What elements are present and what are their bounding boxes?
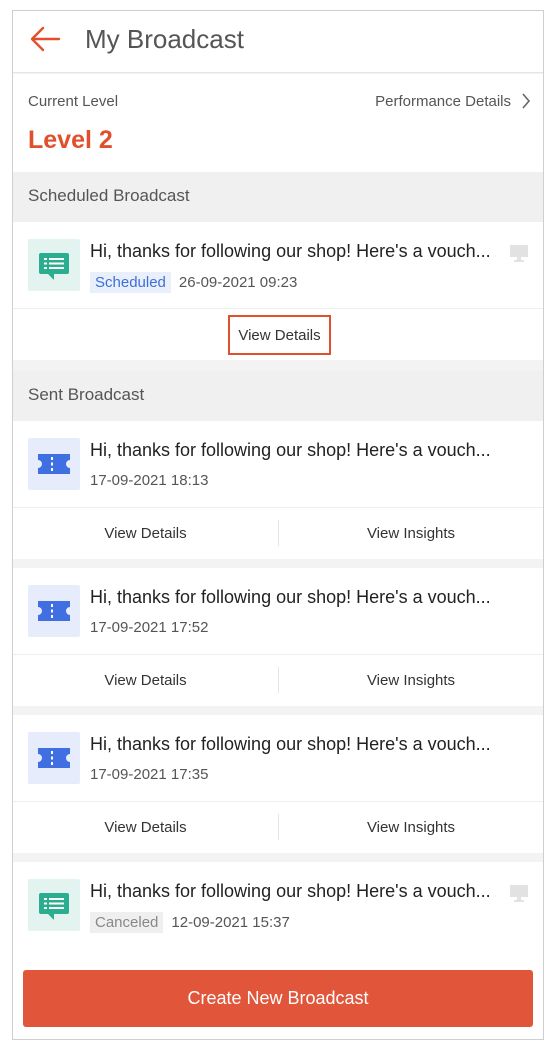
sent-broadcast-item[interactable]: Hi, thanks for following our shop! Here'… — [13, 862, 543, 958]
level-value: Level 2 — [28, 126, 113, 154]
back-arrow-icon[interactable] — [29, 25, 61, 53]
broadcast-message: Hi, thanks for following our shop! Here'… — [90, 587, 491, 607]
voucher-icon — [28, 438, 80, 490]
view-details-button[interactable]: View Details — [13, 508, 278, 558]
page-title: My Broadcast — [85, 24, 244, 54]
view-details-button[interactable]: View Details — [13, 655, 278, 705]
current-level-label: Current Level — [28, 93, 119, 110]
sent-item-actions: View Details View Insights — [13, 801, 543, 853]
broadcast-meta: 17-09-2021 18:13 — [90, 472, 208, 489]
broadcast-datetime: 17-09-2021 18:13 — [90, 472, 209, 489]
level-panel: Current Level Performance Details Level … — [13, 74, 543, 172]
sent-section-title: Sent Broadcast — [28, 385, 145, 404]
status-badge: Canceled — [90, 912, 164, 933]
broadcast-datetime: 17-09-2021 17:35 — [90, 766, 209, 783]
status-badge: Scheduled — [90, 272, 171, 293]
monitor-icon — [510, 245, 528, 262]
broadcast-message: Hi, thanks for following our shop! Here'… — [90, 734, 491, 754]
bottom-action-bar: Create New Broadcast — [13, 958, 543, 1039]
broadcast-datetime: 12-09-2021 15:37 — [171, 914, 290, 931]
app-header: My Broadcast — [13, 11, 543, 73]
voucher-icon — [28, 585, 80, 637]
monitor-icon — [510, 885, 528, 902]
broadcast-message: Hi, thanks for following our shop! Here'… — [90, 241, 491, 261]
app-screen: My Broadcast Current Level Performance D… — [12, 10, 544, 1040]
scheduled-section-title: Scheduled Broadcast — [28, 186, 190, 205]
view-details-button[interactable]: View Details — [13, 802, 278, 852]
sent-item-actions: View Details View Insights — [13, 507, 543, 559]
broadcast-datetime: 26-09-2021 09:23 — [178, 274, 298, 291]
view-insights-button[interactable]: View Insights — [279, 508, 543, 558]
sent-broadcast-item[interactable]: Hi, thanks for following our shop! Here'… — [13, 715, 543, 801]
sent-item-actions: View Details View Insights — [13, 654, 543, 706]
broadcast-meta: 17-09-2021 17:35 — [90, 766, 208, 783]
broadcast-message: Hi, thanks for following our shop! Here'… — [90, 440, 491, 460]
scheduled-section-header: Scheduled Broadcast — [13, 172, 543, 222]
view-insights-button[interactable]: View Insights — [279, 655, 543, 705]
performance-details-link[interactable]: Performance Details — [375, 90, 531, 112]
scheduled-broadcast-item[interactable]: Hi, thanks for following our shop! Here'… — [13, 222, 543, 308]
performance-details-label: Performance Details — [375, 92, 511, 110]
broadcast-meta: Canceled 12-09-2021 15:37 — [90, 912, 290, 933]
broadcast-datetime: 17-09-2021 17:52 — [90, 619, 209, 636]
chat-message-icon — [28, 239, 80, 291]
create-new-broadcast-button[interactable]: Create New Broadcast — [23, 970, 533, 1027]
broadcast-meta: 17-09-2021 17:52 — [90, 619, 208, 636]
broadcast-message: Hi, thanks for following our shop! Here'… — [90, 881, 491, 901]
view-insights-button[interactable]: View Insights — [279, 802, 543, 852]
broadcast-meta: Scheduled 26-09-2021 09:23 — [90, 272, 297, 293]
scheduled-item-actions: View Details — [13, 308, 543, 360]
voucher-icon — [28, 732, 80, 784]
sent-broadcast-item[interactable]: Hi, thanks for following our shop! Here'… — [13, 568, 543, 654]
chat-message-icon — [28, 879, 80, 931]
sent-broadcast-item[interactable]: Hi, thanks for following our shop! Here'… — [13, 421, 543, 507]
view-details-button[interactable]: View Details — [228, 315, 331, 355]
chevron-right-icon — [522, 93, 531, 109]
sent-section-header: Sent Broadcast — [13, 371, 543, 421]
